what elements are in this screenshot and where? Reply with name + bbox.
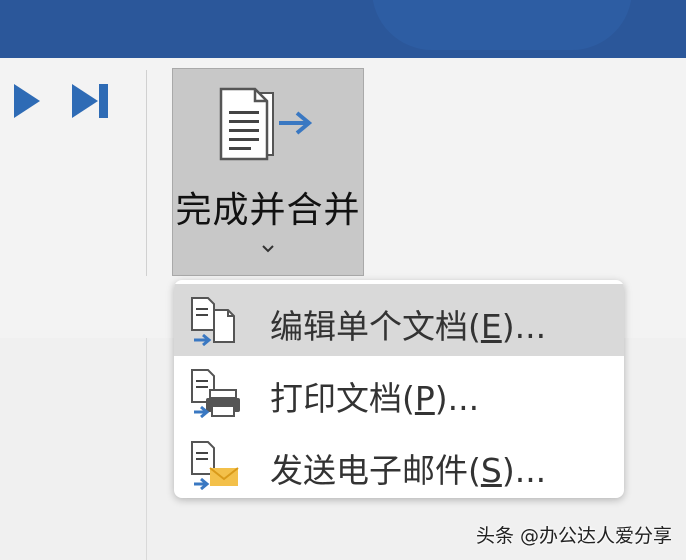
edit-documents-icon [186, 296, 242, 350]
chevron-down-icon [261, 239, 275, 258]
document-divider [146, 338, 147, 560]
finish-merge-menu: 编辑单个文档(E)... 打印文档(P)... 发送电子邮件(S)... [174, 280, 624, 498]
ribbon-separator [146, 70, 147, 276]
last-record-icon [72, 84, 108, 118]
menu-item-label: 打印文档(P)... [270, 379, 480, 418]
finish-merge-icon [217, 87, 317, 171]
menu-item-print-documents[interactable]: 打印文档(P)... [174, 356, 624, 428]
next-record-button[interactable] [6, 78, 46, 124]
menu-item-label: 编辑单个文档(E)... [270, 307, 547, 346]
menu-item-label: 发送电子邮件(S)... [270, 451, 547, 490]
title-bar-decoration [372, 0, 632, 50]
finish-merge-label: 完成并合并 [175, 190, 361, 231]
print-documents-icon [186, 368, 242, 422]
menu-item-send-email[interactable]: 发送电子邮件(S)... [174, 428, 624, 498]
next-record-icon [14, 84, 40, 118]
title-bar [0, 0, 686, 58]
menu-item-edit-documents[interactable]: 编辑单个文档(E)... [174, 284, 624, 356]
watermark: 头条 @办公达人爱分享 [475, 525, 672, 547]
send-email-icon [186, 440, 242, 494]
finish-merge-button[interactable]: 完成并合并 [172, 68, 364, 276]
last-record-button[interactable] [70, 78, 110, 124]
